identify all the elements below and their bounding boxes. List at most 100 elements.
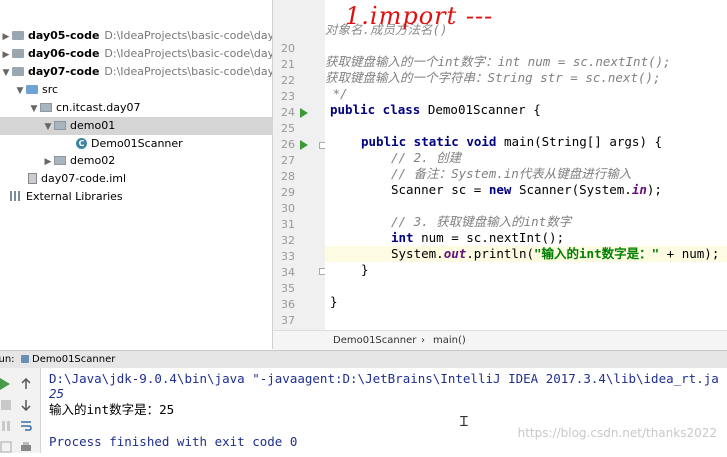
code-line-current: System.out.println("输入的int数字是：" + num); xyxy=(325,246,727,262)
source-folder-icon xyxy=(26,84,38,94)
module-folder-icon xyxy=(12,48,24,58)
line-number: 36 xyxy=(281,298,295,311)
run-console[interactable]: D:\Java\jdk-9.0.4\bin\java "-javaagent:D… xyxy=(41,368,727,453)
code-line: public static void main(String[] args) { xyxy=(361,134,727,150)
watermark: https://blog.csdn.net/thanks2022 xyxy=(517,426,717,440)
tree-item-label: day05-code xyxy=(28,29,100,42)
code-line: int num = sc.nextInt(); xyxy=(391,230,727,246)
line-number: 26 xyxy=(281,138,295,151)
line-number: 22 xyxy=(281,74,295,87)
breadcrumb-separator: › xyxy=(421,335,425,346)
print-icon[interactable] xyxy=(20,438,32,451)
tree-item-demo02[interactable]: ▶ demo02 xyxy=(0,152,314,170)
scroll-down-icon[interactable] xyxy=(20,396,32,412)
tree-item-path: D:\IdeaProjects\basic-code\day06-cod xyxy=(104,47,272,60)
line-number: 25 xyxy=(281,122,295,135)
libraries-icon xyxy=(10,191,22,201)
code-line: */ xyxy=(325,86,348,101)
code-editor[interactable]: 对象名.成员方法名() 获取键盘输入的一个int数字：int num = sc.… xyxy=(325,0,727,330)
code-keyword: new xyxy=(488,182,512,197)
tree-item-label: day06-code xyxy=(28,47,100,60)
tree-item-src[interactable]: ▼ src xyxy=(0,81,286,99)
line-number: 34 xyxy=(281,266,295,279)
code-keyword: public class xyxy=(330,102,421,117)
pause-icon[interactable] xyxy=(0,417,12,431)
tree-item-path: D:\IdeaProjects\basic-code\day05-cod xyxy=(104,29,272,42)
tree-item-day05-code[interactable]: ▶ day05-code D:\IdeaProjects\basic-code\da… xyxy=(0,27,272,45)
run-class-icon[interactable] xyxy=(300,108,308,118)
line-number: 37 xyxy=(281,314,295,327)
code-field: out xyxy=(443,246,467,261)
code-text: Demo01Scanner { xyxy=(420,102,541,117)
tree-item-label: src xyxy=(42,83,59,96)
package-icon xyxy=(54,155,66,165)
line-number: 35 xyxy=(281,282,295,295)
tree-item-label: cn.itcast.day07 xyxy=(56,101,141,114)
chevron-right-icon[interactable]: ▶ xyxy=(42,153,54,170)
console-user-input: 25 xyxy=(49,386,65,401)
code-line: // 3. 获取键盘输入的int数字 xyxy=(391,214,572,229)
code-string: "输入的int数字是：" xyxy=(534,246,660,261)
tree-item-label: demo01 xyxy=(70,119,116,132)
code-text: + num); xyxy=(659,246,720,261)
tree-item-path: D:\IdeaProjects\basic-code\day07-co xyxy=(104,65,272,78)
code-text: System. xyxy=(391,246,444,261)
code-line: // 备注：System.in代表从键盘进行输入 xyxy=(391,166,632,181)
chevron-right-icon[interactable]: ▶ xyxy=(0,28,12,45)
text-cursor-icon: Ɪ xyxy=(460,414,468,430)
chevron-down-icon[interactable]: ▼ xyxy=(28,100,40,117)
console-exit-message: Process finished with exit code 0 xyxy=(49,434,298,449)
module-file-icon xyxy=(28,172,37,184)
code-text: Scanner sc = xyxy=(391,182,489,197)
tree-item-label: day07-code.iml xyxy=(41,172,127,185)
line-number: 29 xyxy=(281,186,295,199)
run-config-icon xyxy=(21,355,29,363)
tree-item-day07-code[interactable]: ▼ day07-code D:\IdeaProjects\basic-code\da… xyxy=(0,63,272,81)
handwritten-annotation: 1.import --- xyxy=(345,2,494,30)
chevron-down-icon[interactable]: ▼ xyxy=(0,64,12,81)
package-icon xyxy=(40,102,52,112)
line-number: 33 xyxy=(281,250,295,263)
breadcrumb: Demo01Scanner › main() xyxy=(273,330,727,350)
run-method-icon[interactable] xyxy=(300,140,308,150)
tree-item-day06-code[interactable]: ▶ day06-code D:\IdeaProjects\basic-code\da… xyxy=(0,45,272,63)
tree-item-iml[interactable]: day07-code.iml xyxy=(0,170,300,188)
code-line: Scanner sc = new Scanner(System.in); xyxy=(391,182,727,198)
package-icon xyxy=(54,120,66,130)
code-text: .println( xyxy=(466,246,534,261)
project-panel: ▶ day05-code D:\IdeaProjects\basic-code\da… xyxy=(0,0,314,349)
chevron-down-icon[interactable]: ▼ xyxy=(14,82,26,99)
code-text: main(String[] args) { xyxy=(496,134,663,149)
chevron-right-icon[interactable]: ▶ xyxy=(0,46,12,63)
tree-item-external-libraries[interactable]: External Libraries xyxy=(0,188,282,206)
run-tab-label[interactable]: Demo01Scanner xyxy=(32,351,115,368)
code-line: // 2. 创建 xyxy=(391,150,462,165)
line-number: 30 xyxy=(281,202,295,215)
dump-threads-icon[interactable] xyxy=(0,438,12,453)
chevron-down-icon[interactable]: ▼ xyxy=(42,118,54,135)
line-number: 27 xyxy=(281,154,295,167)
code-keyword: public static void xyxy=(361,134,497,149)
tree-item-demo01[interactable]: ▼ demo01 xyxy=(0,117,314,135)
breadcrumb-class[interactable]: Demo01Scanner xyxy=(333,331,416,350)
editor-gutter: 20 21 22 23 24 25 26 27 28 29 30 31 32 3… xyxy=(273,0,326,330)
line-number: 21 xyxy=(281,58,295,71)
line-number: 23 xyxy=(281,90,295,103)
code-line: public class Demo01Scanner { xyxy=(330,102,727,118)
code-line: 获取键盘输入的一个int数字：int num = sc.nextInt(); xyxy=(325,54,671,69)
rerun-icon[interactable] xyxy=(0,375,12,390)
tree-item-label: External Libraries xyxy=(26,190,123,203)
code-keyword: int xyxy=(391,230,414,245)
run-label: Run: xyxy=(0,354,15,365)
scroll-up-icon[interactable] xyxy=(20,375,32,389)
code-line: 获取键盘输入的一个字符串：String str = sc.next(); xyxy=(325,70,661,85)
line-number: 20 xyxy=(281,42,295,55)
stop-icon[interactable] xyxy=(0,396,12,410)
module-folder-icon xyxy=(12,30,24,40)
code-line: } xyxy=(361,262,369,277)
tree-item-package[interactable]: ▼ cn.itcast.day07 xyxy=(0,99,300,117)
breadcrumb-method[interactable]: main() xyxy=(433,331,466,350)
tree-item-label: demo02 xyxy=(70,154,116,167)
class-icon: C xyxy=(76,137,87,149)
soft-wrap-icon[interactable] xyxy=(20,417,32,431)
